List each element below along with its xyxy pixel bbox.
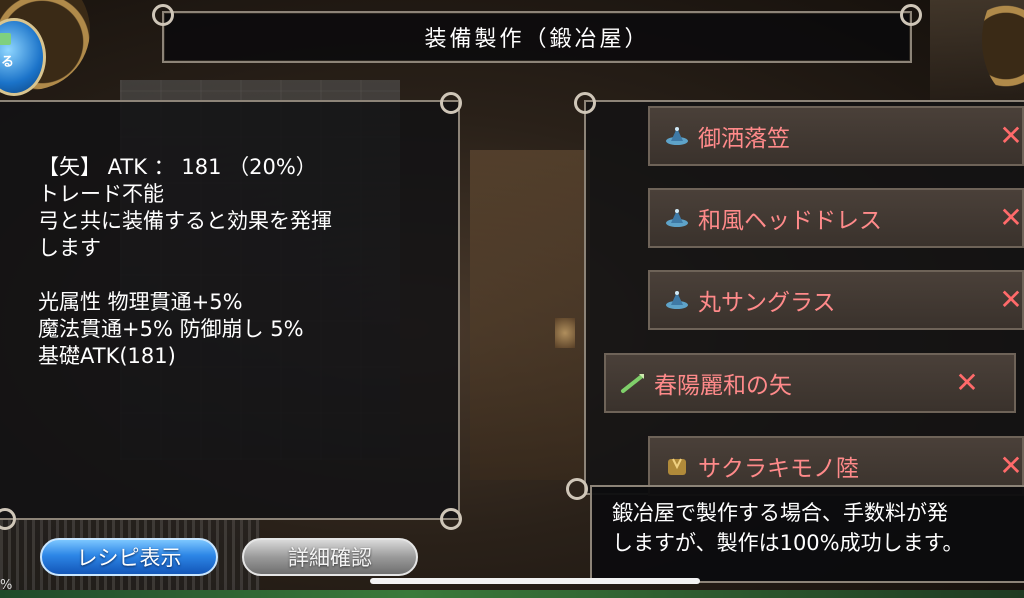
page-title: 装備製作（鍛冶屋） — [424, 27, 650, 52]
item-description: 【矢】 ATK ： 181 （20%） トレード不能 弓と共に装備すると効果を発… — [38, 154, 332, 370]
back-button-label: る — [1, 55, 15, 70]
title-ornament-left — [152, 4, 174, 26]
description-line: 基礎ATK(181) — [38, 344, 176, 368]
item-description-panel: 【矢】 ATK ： 181 （20%） トレード不能 弓と共に装備すると効果を発… — [0, 100, 460, 520]
background-lamp — [555, 318, 575, 348]
description-line — [38, 262, 332, 289]
description-line: します — [38, 236, 101, 260]
title-bar: 装備製作（鍛冶屋） — [162, 11, 912, 63]
hat-icon — [664, 205, 690, 231]
detail-check-button[interactable]: 詳細確認 — [242, 538, 418, 576]
desc-ornament-top — [440, 92, 462, 114]
back-icon — [0, 33, 11, 45]
description-line: トレード不能 — [38, 182, 164, 206]
description-line: 光属性 物理貫通+5% — [38, 290, 243, 314]
material-item[interactable]: 和風ヘッドドレス — [648, 188, 1024, 248]
message-line: しますが、製作は100%成功します。 — [612, 531, 964, 555]
material-name: 御洒落笠 — [698, 126, 790, 152]
home-indicator[interactable] — [370, 578, 700, 584]
material-name: 丸サングラス — [698, 290, 836, 316]
remove-material-button[interactable]: ✕ — [996, 285, 1024, 315]
desc-ornament-bottom — [440, 508, 462, 530]
remove-material-button[interactable]: ✕ — [996, 121, 1024, 151]
message-line: 鍛冶屋で製作する場合、手数料が発 — [612, 501, 948, 525]
background-shelf — [470, 150, 590, 480]
hat-icon — [664, 123, 690, 149]
material-item[interactable]: 御洒落笠 — [648, 106, 1024, 166]
arrow-icon — [620, 370, 646, 396]
description-line: 【矢】 ATK ： 181 （20%） — [38, 155, 317, 179]
remove-material-button[interactable]: ✕ — [996, 203, 1024, 233]
bottom-strip — [0, 590, 1024, 598]
list-ornament-top — [574, 92, 596, 114]
hat-icon — [664, 287, 690, 313]
remove-material-button[interactable]: ✕ — [996, 451, 1024, 481]
message-box: 鍛冶屋で製作する場合、手数料が発 しますが、製作は100%成功します。 — [590, 485, 1024, 583]
remove-material-button[interactable]: ✕ — [952, 368, 982, 398]
description-line: 弓と共に装備すると効果を発揮 — [38, 209, 332, 233]
title-ornament-right — [900, 4, 922, 26]
material-name: サクラキモノ陸 — [698, 456, 859, 482]
description-line: 魔法貫通+5% 防御崩し 5% — [38, 317, 304, 341]
show-recipe-button[interactable]: レシピ表示 — [40, 538, 218, 576]
material-name: 春陽麗和の矢 — [654, 373, 792, 399]
material-name: 和風ヘッドドレス — [698, 208, 882, 234]
message-ornament — [566, 478, 588, 500]
material-item[interactable]: 丸サングラス — [648, 270, 1024, 330]
kimono-icon — [664, 453, 690, 479]
